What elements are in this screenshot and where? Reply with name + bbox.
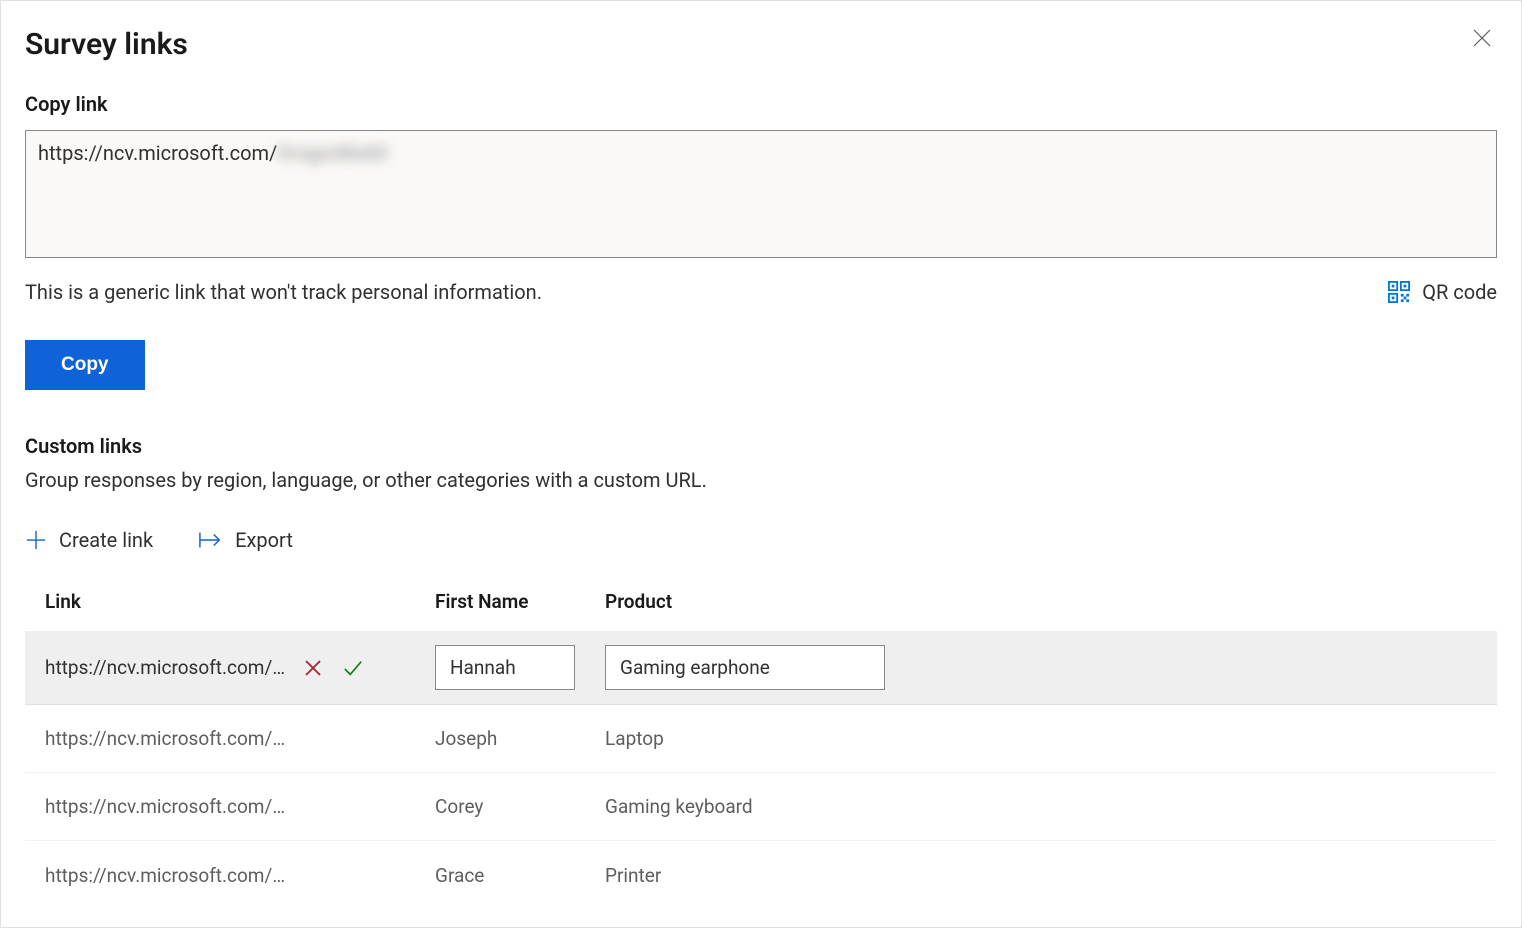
generic-link-box[interactable]: https://ncv.microsoft.com/frmgrsWs60 <box>25 130 1497 258</box>
product-input[interactable] <box>605 645 885 690</box>
first-name-input[interactable] <box>435 645 575 690</box>
custom-links-desc: Group responses by region, language, or … <box>25 468 1497 492</box>
custom-links-actions: Create link Export <box>25 528 1497 552</box>
export-button[interactable]: Export <box>199 528 293 552</box>
row-product: Printer <box>605 864 661 887</box>
copy-link-label: Copy link <box>25 92 1497 116</box>
custom-links-table: Link First Name Product https://ncv.micr… <box>25 590 1497 909</box>
custom-links-section: Custom links Group responses by region, … <box>25 434 1497 909</box>
survey-links-panel: Survey links Copy link https://ncv.micro… <box>0 0 1522 928</box>
generic-link-helper: This is a generic link that won't track … <box>25 280 542 304</box>
custom-links-label: Custom links <box>25 434 1497 458</box>
close-button[interactable] <box>1467 23 1497 59</box>
table-row[interactable]: https://ncv.microsoft.com/bvE <box>25 631 1497 705</box>
generic-link-url-prefix: https://ncv.microsoft.com/ <box>38 141 277 165</box>
table-row[interactable]: https://ncv.microsoft.com/M1l Corey Gami… <box>25 773 1497 841</box>
row-link: https://ncv.microsoft.com/bvE <box>45 656 295 679</box>
qr-code-button[interactable]: QR code <box>1388 280 1497 304</box>
cancel-icon[interactable] <box>303 658 323 678</box>
confirm-icon[interactable] <box>343 658 363 678</box>
row-link: https://ncv.microsoft.com/M1l <box>45 795 295 818</box>
row-product: Gaming keyboard <box>605 795 753 818</box>
close-icon <box>1473 29 1491 47</box>
header-first-name: First Name <box>435 590 605 613</box>
table-row[interactable]: https://ncv.microsoft.com/6Oe Joseph Lap… <box>25 705 1497 773</box>
generic-link-url-suffix: frmgrsWs60 <box>277 141 387 165</box>
qr-code-icon <box>1388 281 1410 303</box>
export-icon <box>199 531 223 549</box>
row-link: https://ncv.microsoft.com/4vq <box>45 864 295 887</box>
export-label: Export <box>235 528 293 552</box>
panel-header: Survey links <box>25 19 1497 92</box>
row-product: Laptop <box>605 727 664 750</box>
plus-icon <box>25 529 47 551</box>
header-link: Link <box>45 590 435 613</box>
create-link-label: Create link <box>59 528 153 552</box>
create-link-button[interactable]: Create link <box>25 528 153 552</box>
header-product: Product <box>605 590 1477 613</box>
table-row[interactable]: https://ncv.microsoft.com/4vq Grace Prin… <box>25 841 1497 909</box>
row-first-name: Corey <box>435 795 483 818</box>
row-first-name: Grace <box>435 864 484 887</box>
qr-code-label: QR code <box>1422 280 1497 304</box>
table-header: Link First Name Product <box>25 590 1497 631</box>
helper-row: This is a generic link that won't track … <box>25 280 1497 304</box>
panel-title: Survey links <box>25 27 188 62</box>
row-link: https://ncv.microsoft.com/6Oe <box>45 727 295 750</box>
row-first-name: Joseph <box>435 727 497 750</box>
copy-button[interactable]: Copy <box>25 340 145 390</box>
